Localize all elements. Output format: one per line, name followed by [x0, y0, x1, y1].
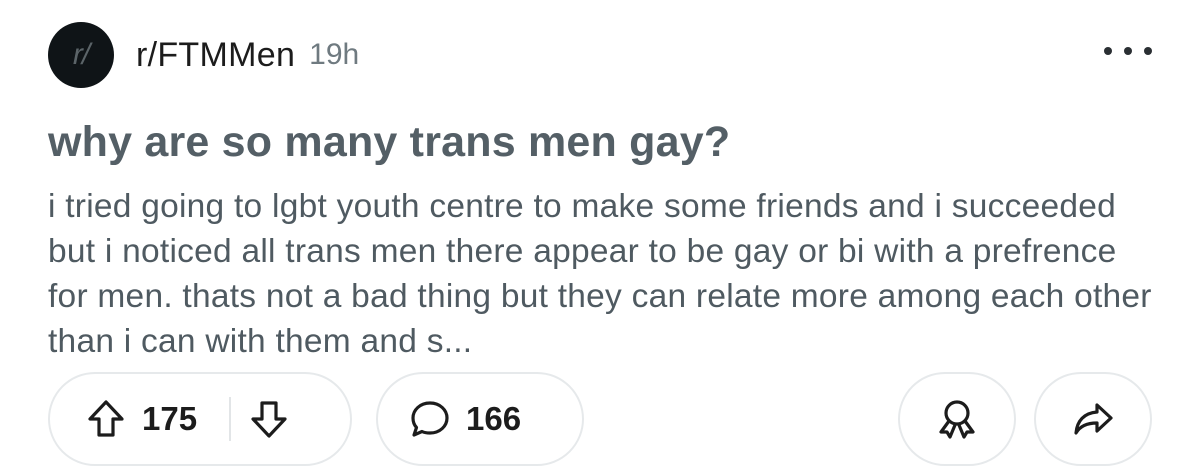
post-header: r/ r/FTMMen 19h — [48, 22, 359, 88]
more-options-icon — [1104, 47, 1112, 55]
post-title[interactable]: why are so many trans men gay? — [48, 118, 730, 167]
post-time: 19h — [309, 38, 360, 71]
award-icon — [935, 396, 979, 442]
more-options-icon — [1144, 47, 1152, 55]
post-card[interactable]: r/ r/FTMMen 19h why are so many trans me… — [0, 0, 1200, 473]
award-button[interactable] — [898, 372, 1016, 466]
vote-divider — [229, 397, 232, 441]
more-options-icon — [1124, 47, 1132, 55]
avatar-label: r/ — [72, 38, 90, 71]
upvote-count: 175 — [142, 400, 198, 437]
comments-button[interactable]: 166 — [376, 372, 584, 466]
post-body[interactable]: i tried going to lgbt youth centre to ma… — [48, 184, 1158, 364]
comment-bubble-icon — [408, 398, 452, 440]
vote-control: 175 — [48, 372, 352, 466]
downvote-arrow-icon[interactable] — [249, 398, 289, 440]
comment-count: 166 — [466, 400, 522, 437]
more-options-button[interactable] — [1104, 36, 1152, 66]
share-arrow-icon — [1071, 399, 1115, 439]
subreddit-avatar[interactable]: r/ — [48, 22, 114, 88]
share-button[interactable] — [1034, 372, 1152, 466]
subreddit-name[interactable]: r/FTMMen — [136, 36, 295, 75]
upvote-arrow-icon[interactable] — [86, 398, 126, 440]
